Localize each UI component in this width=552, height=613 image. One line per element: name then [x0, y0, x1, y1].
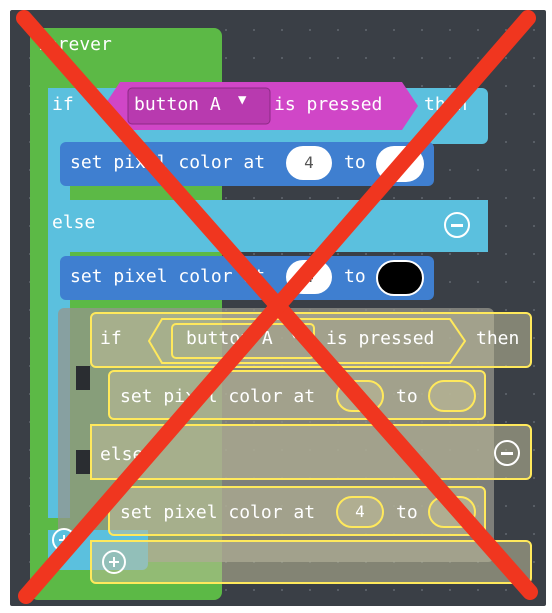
cross-out-icon: [16, 10, 538, 604]
screenshot-frame: forever if then button A ▼ is pressed se…: [0, 0, 552, 613]
